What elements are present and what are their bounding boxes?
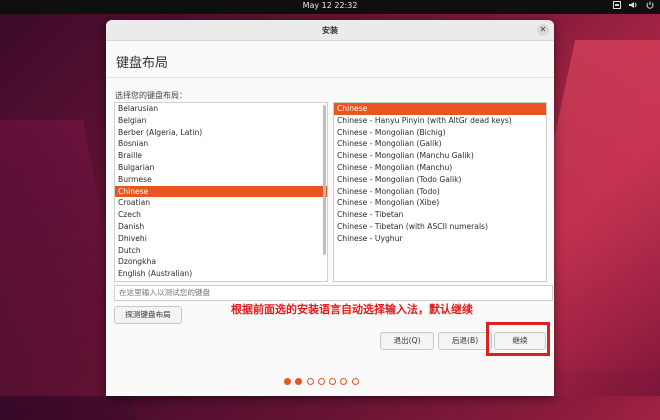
network-icon[interactable] [613,1,621,11]
system-tray[interactable] [613,1,654,11]
list-item[interactable]: Chinese - Mongolian (Bichig) [334,127,546,139]
back-button[interactable]: 后退(B) [438,332,492,350]
list-item[interactable]: Chinese - Mongolian (Manchu Galik) [334,150,546,162]
list-item[interactable]: Bosnian [115,138,327,150]
power-icon[interactable] [646,1,654,11]
progress-dot [317,378,325,385]
list-item[interactable]: Dutch [115,245,327,257]
quit-button[interactable]: 退出(Q) [380,332,434,350]
window-title: 安装 [322,26,338,35]
divider [106,77,554,78]
progress-dot [306,378,314,385]
progress-dot [329,378,337,385]
list-item[interactable]: Chinese [334,103,546,115]
clock[interactable]: May 12 22:32 [0,1,660,10]
top-bar: May 12 22:32 [0,0,660,14]
progress-dot [351,378,359,385]
list-item[interactable]: Burmese [115,174,327,186]
volume-icon[interactable] [629,1,638,11]
layout-prompt: 选择您的键盘布局： [115,91,187,100]
scrollbar[interactable] [323,105,326,255]
list-item[interactable]: Chinese - Mongolian (Manchu) [334,162,546,174]
list-item[interactable]: Chinese - Uyghur [334,233,546,245]
title-bar[interactable]: 安装 ✕ [106,20,554,41]
list-item[interactable]: Chinese - Mongolian (Galik) [334,138,546,150]
list-item[interactable]: Chinese - Tibetan [334,209,546,221]
progress-dot [295,378,303,385]
list-item[interactable]: Belgian [115,115,327,127]
progress-dot [284,378,291,385]
list-item[interactable]: Chinese - Mongolian (Todo) [334,186,546,198]
list-item[interactable]: Dzongkha [115,256,327,268]
detect-layout-button[interactable]: 探测键盘布局 [114,306,182,324]
list-item[interactable]: Chinese [115,185,327,198]
list-item[interactable]: Bulgarian [115,162,327,174]
list-item[interactable]: Belarusian [115,103,327,115]
page-title: 键盘布局 [116,56,169,71]
list-item[interactable]: Danish [115,221,327,233]
variant-list[interactable]: Chinese Chinese - Hanyu Pinyin (with AltG… [333,102,547,282]
list-item[interactable]: Braille [115,150,327,162]
list-item[interactable]: Chinese - Tibetan (with ASCII numerals) [334,221,546,233]
progress-dot [340,378,348,385]
progress-dots [284,378,359,385]
list-item[interactable]: Croatian [115,197,327,209]
annotation-text: 根据前面选的安装语言自动选择输入法，默认继续 [231,303,473,316]
list-item[interactable]: Chinese - Mongolian (Xibe) [334,197,546,209]
highlight-box [486,322,550,356]
list-item[interactable]: Chinese - Hanyu Pinyin (with AltGr dead … [334,115,546,127]
keyboard-test-input[interactable] [114,285,553,301]
layout-list[interactable]: Belarusian Belgian Berber (Algeria, Latin)… [114,102,328,282]
list-item[interactable]: Chinese - Mongolian (Todo Galik) [334,174,546,186]
list-item[interactable]: Berber (Algeria, Latin) [115,127,327,139]
close-icon[interactable]: ✕ [537,24,549,36]
list-item[interactable]: Czech [115,209,327,221]
list-item[interactable]: English (Australian) [115,268,327,280]
list-item[interactable]: Dhivehi [115,233,327,245]
